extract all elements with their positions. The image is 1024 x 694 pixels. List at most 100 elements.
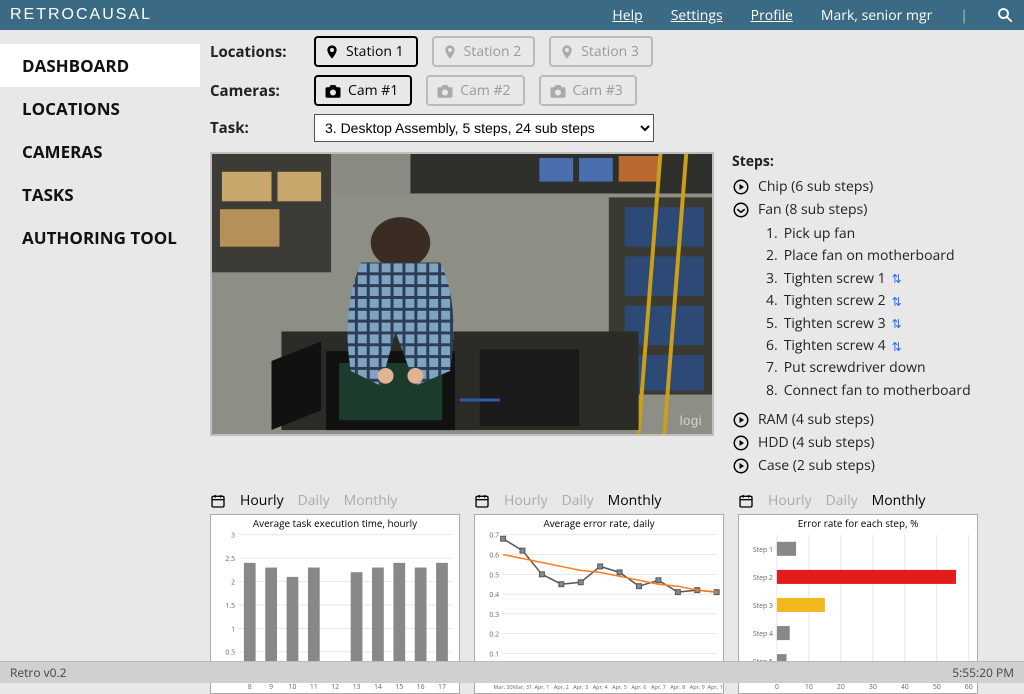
camera-pill-2-label: Cam #2 — [460, 81, 510, 100]
svg-text:40: 40 — [901, 683, 909, 692]
clock: 5:55:20 PM — [952, 664, 1014, 681]
svg-text:14: 14 — [374, 683, 382, 692]
location-pill-3[interactable]: Station 3 — [549, 36, 653, 67]
swap-icon[interactable]: ⇅ — [892, 292, 902, 311]
swap-icon[interactable]: ⇅ — [892, 269, 902, 288]
svg-text:0.3: 0.3 — [489, 611, 499, 620]
camera-pill-1[interactable]: Cam #1 — [314, 75, 412, 106]
tab-daily[interactable]: Daily — [562, 491, 594, 510]
svg-text:13: 13 — [353, 683, 361, 692]
sidebar-item-tasks[interactable]: TASKS — [0, 173, 200, 216]
step-ram[interactable]: RAM (4 sub steps) — [732, 410, 1014, 429]
svg-text:Apr, 2: Apr, 2 — [554, 683, 569, 691]
video-watermark: logi — [680, 413, 702, 428]
sidebar-item-authoring[interactable]: AUTHORING TOOL — [0, 216, 200, 259]
steps-heading: Steps: — [732, 152, 1014, 171]
cameras-label: Cameras: — [210, 81, 300, 101]
svg-text:50: 50 — [933, 683, 941, 692]
tab-monthly[interactable]: Monthly — [344, 491, 398, 510]
location-pill-3-label: Station 3 — [581, 42, 639, 61]
version-label: Retro v0.2 — [10, 664, 67, 681]
camera-pill-3[interactable]: Cam #3 — [539, 75, 637, 106]
tab-hourly[interactable]: Hourly — [240, 491, 284, 510]
substep: 6.Tighten screw 4⇅ — [766, 335, 1014, 357]
svg-text:20: 20 — [837, 683, 845, 692]
content: Locations: Station 1 Station 2 Station 3… — [200, 30, 1024, 661]
calendar-icon[interactable] — [474, 493, 490, 509]
tab-hourly[interactable]: Hourly — [768, 491, 812, 510]
svg-text:Step 3: Step 3 — [753, 602, 773, 611]
steps-panel: Steps: Chip (6 sub steps) Fan (8 sub ste… — [732, 152, 1014, 479]
substep: 7.Put screwdriver down — [766, 357, 1014, 379]
sidebar-item-locations[interactable]: LOCATIONS — [0, 87, 200, 130]
divider: | — [960, 6, 968, 25]
step-hdd[interactable]: HDD (4 sub steps) — [732, 433, 1014, 452]
svg-text:0.5: 0.5 — [489, 571, 499, 580]
svg-text:1.5: 1.5 — [225, 602, 235, 611]
tab-monthly[interactable]: Monthly — [608, 491, 662, 510]
pin-icon — [559, 43, 575, 61]
step-case[interactable]: Case (2 sub steps) — [732, 456, 1014, 475]
step-chip-label: Chip (6 sub steps) — [758, 177, 873, 196]
camera-icon — [324, 84, 342, 98]
location-pill-1[interactable]: Station 1 — [314, 36, 418, 67]
svg-text:Error rate for each step, %: Error rate for each step, % — [798, 516, 919, 530]
svg-text:0: 0 — [775, 683, 779, 692]
task-row: Task: 3. Desktop Assembly, 5 steps, 24 s… — [210, 114, 1014, 142]
svg-text:8: 8 — [248, 683, 252, 692]
tab-daily[interactable]: Daily — [826, 491, 858, 510]
nav-help[interactable]: Help — [612, 6, 642, 25]
svg-text:0.5: 0.5 — [225, 649, 235, 658]
sidebar-item-dashboard[interactable]: DASHBOARD — [0, 44, 200, 87]
calendar-icon[interactable] — [210, 493, 226, 509]
locations-label: Locations: — [210, 42, 300, 62]
tab-monthly[interactable]: Monthly — [872, 491, 926, 510]
tab-daily[interactable]: Daily — [298, 491, 330, 510]
task-select[interactable]: 3. Desktop Assembly, 5 steps, 24 sub ste… — [314, 114, 654, 142]
svg-text:12: 12 — [331, 683, 339, 692]
locations-row: Locations: Station 1 Station 2 Station 3 — [210, 36, 1014, 67]
swap-icon[interactable]: ⇅ — [892, 337, 902, 356]
task-label: Task: — [210, 118, 300, 138]
svg-text:Apr, 6: Apr, 6 — [632, 683, 647, 691]
search-icon[interactable] — [996, 6, 1014, 24]
main: DASHBOARD LOCATIONS CAMERAS TASKS AUTHOR… — [0, 30, 1024, 661]
svg-text:Apr, 7: Apr, 7 — [651, 683, 666, 691]
svg-text:Apr, 9: Apr, 9 — [690, 683, 705, 691]
step-chip[interactable]: Chip (6 sub steps) — [732, 177, 1014, 196]
substep: 3.Tighten screw 1⇅ — [766, 268, 1014, 290]
substep: 2.Place fan on motherboard — [766, 245, 1014, 267]
svg-text:10: 10 — [289, 683, 297, 692]
location-pill-1-label: Station 1 — [346, 42, 404, 61]
svg-text:60: 60 — [965, 683, 973, 692]
substep: 1.Pick up fan — [766, 223, 1014, 245]
user-label: Mark, senior mgr — [821, 6, 932, 25]
svg-text:Mar, 31: Mar, 31 — [513, 683, 532, 691]
svg-text:30: 30 — [869, 683, 877, 692]
step-fan-label: Fan (8 sub steps) — [758, 200, 867, 219]
mid-row: logi Steps: Chip (6 sub steps) Fan (8 su… — [210, 152, 1014, 479]
svg-text:0.7: 0.7 — [489, 532, 499, 541]
calendar-icon[interactable] — [738, 493, 754, 509]
svg-text:0.2: 0.2 — [489, 631, 499, 640]
swap-icon[interactable]: ⇅ — [892, 314, 902, 333]
topbar: RETROCAUSAL Help Settings Profile Mark, … — [0, 0, 1024, 30]
nav-profile[interactable]: Profile — [751, 6, 793, 25]
location-pill-2[interactable]: Station 2 — [432, 36, 536, 67]
top-nav: Help Settings Profile Mark, senior mgr | — [612, 6, 1014, 25]
svg-text:15: 15 — [395, 683, 403, 692]
step-fan[interactable]: Fan (8 sub steps) — [732, 200, 1014, 219]
camera-pill-2[interactable]: Cam #2 — [426, 75, 524, 106]
svg-text:10: 10 — [805, 683, 813, 692]
step-hdd-label: HDD (4 sub steps) — [758, 433, 874, 452]
svg-text:Apr, 5: Apr, 5 — [612, 683, 627, 691]
tab-hourly[interactable]: Hourly — [504, 491, 548, 510]
svg-text:2: 2 — [231, 579, 235, 588]
substeps-fan: 1.Pick up fan 2.Place fan on motherboard… — [766, 223, 1014, 402]
pin-icon — [324, 43, 340, 61]
camera-pill-1-label: Cam #1 — [348, 81, 398, 100]
camera-icon — [436, 84, 454, 98]
chart2-tabs: Hourly Daily Monthly — [474, 491, 724, 510]
sidebar-item-cameras[interactable]: CAMERAS — [0, 130, 200, 173]
nav-settings[interactable]: Settings — [671, 6, 723, 25]
